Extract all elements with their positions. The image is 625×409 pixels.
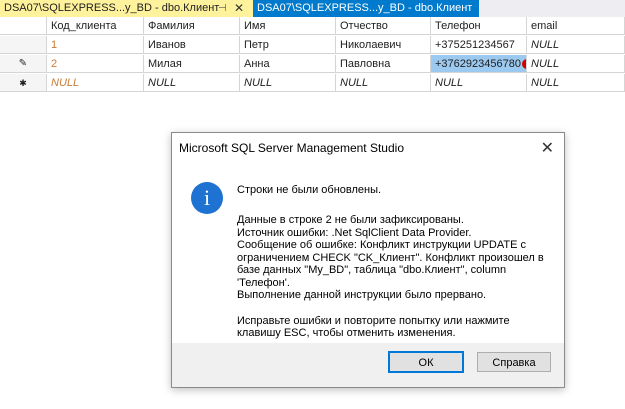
error-details: Данные в строке 2 не были зафиксированы.… bbox=[237, 214, 557, 302]
table-cell[interactable]: +375251234567 bbox=[431, 36, 527, 54]
dialog-message: Данные в строке 2 не были зафиксированы.… bbox=[237, 214, 557, 353]
cell-value: +3762923456780 bbox=[435, 58, 521, 70]
column-header[interactable]: email bbox=[527, 17, 625, 35]
info-icon: i bbox=[191, 182, 223, 214]
column-header[interactable]: Фамилия bbox=[144, 17, 240, 35]
dialog-hint: Исправьте ошибки и повторите попытку или… bbox=[237, 315, 557, 340]
table-row-new: ✱ NULL NULL NULL NULL NULL NULL bbox=[0, 74, 625, 93]
ok-button[interactable]: ОК bbox=[388, 351, 464, 373]
table-cell[interactable]: Милая bbox=[144, 55, 240, 73]
error-dialog: Microsoft SQL Server Management Studio ✕… bbox=[171, 132, 565, 388]
table-header-row: Код_клиента Фамилия Имя Отчество Телефон… bbox=[0, 17, 625, 36]
table-cell[interactable]: Павловна bbox=[336, 55, 431, 73]
table-cell[interactable]: 2 bbox=[47, 55, 144, 73]
document-tab-strip: DSA07\SQLEXPRESS...y_BD - dbo.Клиент ⊣ ✕… bbox=[0, 0, 625, 17]
table-cell[interactable]: NULL bbox=[240, 74, 336, 92]
table-cell[interactable]: NULL bbox=[431, 74, 527, 92]
message-line: Сообщение об ошибке: Конфликт инструкции… bbox=[237, 239, 527, 251]
table-grid: Код_клиента Фамилия Имя Отчество Телефон… bbox=[0, 17, 625, 93]
table-cell[interactable]: NULL bbox=[527, 74, 625, 92]
table-cell[interactable]: NULL bbox=[527, 36, 625, 54]
pin-icon[interactable]: ⊣ bbox=[218, 0, 227, 17]
column-header[interactable]: Телефон bbox=[431, 17, 527, 35]
row-indicator[interactable] bbox=[0, 36, 47, 54]
row-selector-header[interactable] bbox=[0, 17, 47, 35]
table-cell[interactable]: 1 bbox=[47, 36, 144, 54]
table-cell[interactable]: Анна bbox=[240, 55, 336, 73]
tab-label: DSA07\SQLEXPRESS...y_BD - dbo.Клиент bbox=[257, 2, 473, 14]
pencil-icon[interactable]: ✎ bbox=[0, 55, 47, 73]
message-line: Источник ошибки: .Net SqlClient Data Pro… bbox=[237, 226, 472, 239]
table-cell[interactable]: NULL bbox=[527, 55, 625, 73]
table-cell[interactable]: Иванов bbox=[144, 36, 240, 54]
table-row: ✎ 2 Милая Анна Павловна +3762923456780! … bbox=[0, 55, 625, 74]
message-line: 'Телефон'. bbox=[237, 276, 290, 289]
dialog-title: Microsoft SQL Server Management Studio bbox=[179, 141, 404, 155]
column-header[interactable]: Код_клиента bbox=[47, 17, 144, 35]
message-line: базе данных "My_BD", таблица "dbo.Клиент… bbox=[237, 264, 507, 276]
message-line: Выполнение данной инструкции было прерва… bbox=[237, 289, 487, 301]
tab-second-query[interactable]: DSA07\SQLEXPRESS...y_BD - dbo.Клиент bbox=[253, 0, 479, 17]
message-line: Исправьте ошибки и повторите попытку или… bbox=[237, 314, 510, 327]
column-header[interactable]: Отчество bbox=[336, 17, 431, 35]
table-cell[interactable]: NULL bbox=[47, 74, 144, 92]
help-button[interactable]: Справка bbox=[477, 352, 551, 372]
close-icon[interactable]: ✕ bbox=[234, 0, 244, 17]
table-cell[interactable]: Петр bbox=[240, 36, 336, 54]
close-icon[interactable]: ✕ bbox=[541, 138, 554, 158]
dialog-headline: Строки не были обновлены. bbox=[237, 184, 382, 196]
message-line: клавишу ESC, чтобы отменить изменения. bbox=[237, 327, 456, 339]
column-header[interactable]: Имя bbox=[240, 17, 336, 35]
new-row-icon[interactable]: ✱ bbox=[0, 74, 47, 92]
message-line: Данные в строке 2 не были зафиксированы. bbox=[237, 214, 464, 226]
table-cell[interactable]: Николаевич bbox=[336, 36, 431, 54]
tab-active-query[interactable]: DSA07\SQLEXPRESS...y_BD - dbo.Клиент ⊣ ✕ bbox=[0, 0, 256, 17]
table-cell-selected[interactable]: +3762923456780! bbox=[431, 55, 527, 73]
dialog-footer: ОК Справка bbox=[172, 343, 564, 387]
table-cell[interactable]: NULL bbox=[144, 74, 240, 92]
table-row: 1 Иванов Петр Николаевич +375251234567 N… bbox=[0, 36, 625, 55]
table-cell[interactable]: NULL bbox=[336, 74, 431, 92]
message-line: ограничением CHECK "CK_Клиент". Конфликт… bbox=[237, 251, 544, 264]
tab-label: DSA07\SQLEXPRESS...y_BD - dbo.Клиент bbox=[4, 2, 220, 14]
